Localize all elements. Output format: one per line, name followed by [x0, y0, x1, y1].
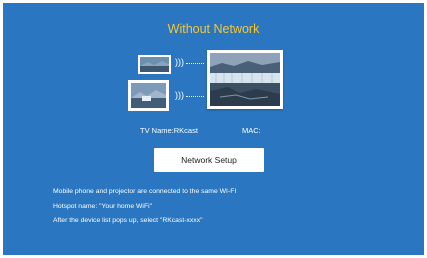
connection-dots — [186, 63, 204, 64]
instruction-line: After the device list pops up, select "R… — [53, 217, 203, 224]
instruction-line: Hotspot name: "Your home WiFi" — [53, 203, 153, 210]
wifi-signal-icon: ))) — [175, 57, 184, 67]
tv-icon — [207, 50, 283, 109]
instruction-line: Mobile phone and projector are connected… — [53, 188, 237, 195]
mac-label: MAC: — [242, 126, 261, 135]
tablet-icon — [128, 80, 169, 111]
page-title: Without Network — [167, 22, 260, 36]
network-setup-button[interactable]: Network Setup — [154, 148, 264, 172]
connection-dots — [186, 96, 204, 97]
wifi-signal-icon: ))) — [175, 90, 184, 100]
phone-icon — [138, 55, 171, 74]
tv-name-label: TV Name:RKcast — [140, 126, 198, 135]
cast-screen: Without Network ))) ))) TV Name:RKcast M… — [3, 3, 424, 255]
